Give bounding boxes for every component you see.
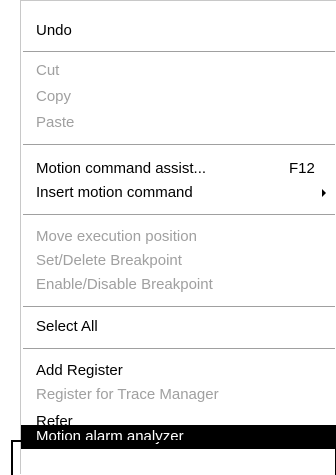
menu-item-cut[interactable]: Cut — [21, 59, 336, 83]
menu-item-register-trace-manager[interactable]: Register for Trace Manager — [21, 383, 336, 407]
menu-separator — [23, 144, 335, 146]
menu-item-label: Move execution position — [36, 228, 197, 245]
menu-item-insert-motion-command[interactable]: Insert motion command — [21, 181, 336, 205]
menu-item-set-delete-breakpoint[interactable]: Set/Delete Breakpoint — [21, 249, 336, 273]
menu-separator — [23, 214, 335, 216]
menu-item-shortcut: F12 — [289, 160, 315, 177]
menu-item-label: Motion command assist... — [36, 160, 207, 177]
menu-item-copy[interactable]: Copy — [21, 85, 336, 109]
context-menu: Undo Cut Copy Paste Motion command assis… — [11, 0, 336, 475]
menu-item-label: Enable/Disable Breakpoint — [36, 276, 213, 293]
menu-separator — [23, 306, 335, 308]
menu-item-paste[interactable]: Paste — [21, 111, 336, 135]
submenu-arrow-icon — [322, 189, 326, 197]
menu-item-motion-command-assist[interactable]: Motion command assist... F12 — [21, 157, 336, 181]
menu-item-label: Insert motion command — [36, 184, 193, 201]
menu-item-label: Undo — [36, 22, 72, 39]
menu-item-undo[interactable]: Undo — [21, 19, 336, 43]
highlight-frame — [11, 440, 336, 475]
menu-item-label: Copy — [36, 88, 72, 105]
menu-item-label: Cut — [36, 62, 60, 79]
menu-item-move-execution-position[interactable]: Move execution position — [21, 225, 336, 249]
menu-separator — [23, 51, 335, 53]
menu-item-label: Set/Delete Breakpoint — [36, 252, 182, 269]
menu-item-add-register[interactable]: Add Register — [21, 359, 336, 383]
menu-item-enable-disable-breakpoint[interactable]: Enable/Disable Breakpoint — [21, 273, 336, 297]
menu-item-label: Select All — [36, 318, 98, 335]
menu-separator — [23, 348, 335, 350]
menu-item-label: Paste — [36, 114, 75, 131]
menu-item-label: Add Register — [36, 362, 123, 379]
menu-item-select-all[interactable]: Select All — [21, 315, 336, 339]
menu-item-refer[interactable]: Refer — [21, 407, 336, 425]
menu-item-label: Register for Trace Manager — [36, 386, 219, 403]
menu-item-label: Refer — [36, 413, 73, 425]
